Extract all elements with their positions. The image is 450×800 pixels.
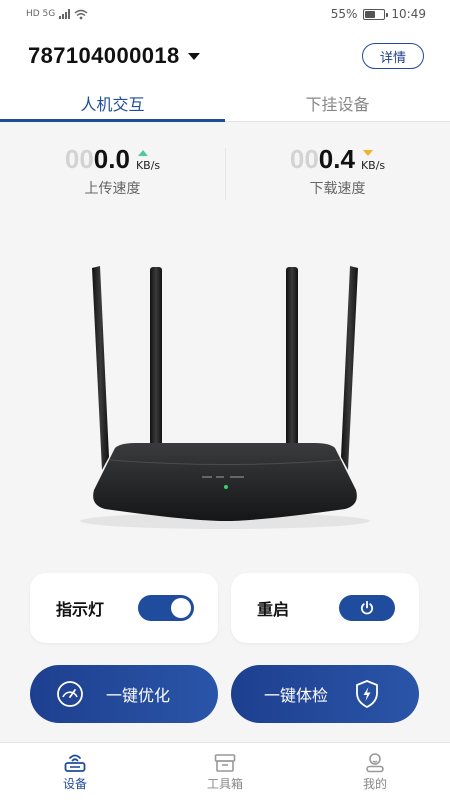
details-button[interactable]: 详情 [362, 43, 424, 69]
signal-icon [59, 9, 71, 19]
toggle-knob [171, 598, 191, 618]
speed-panel: 000.0 KB/s 上传速度 000.4 KB/s 下载速度 [0, 140, 450, 206]
battery-icon [363, 8, 389, 20]
optimize-label: 一键优化 [106, 686, 171, 705]
upload-label: 上传速度 [84, 181, 141, 197]
nav-profile-label: 我的 [362, 777, 387, 791]
download-value: 000.4 [289, 144, 355, 174]
download-label: 下载速度 [309, 181, 366, 197]
nav-devices-label: 设备 [62, 777, 87, 791]
download-speed: 000.4 KB/s 下载速度 [225, 140, 450, 206]
header: 787104000018 详情 [0, 28, 450, 84]
shield-icon [350, 677, 384, 711]
caret-down-icon [187, 52, 200, 60]
router-icon [64, 754, 86, 772]
indicator-toggle[interactable] [138, 595, 194, 621]
tab-connected-devices[interactable]: 下挂设备 [225, 84, 450, 121]
device-id-text: 787104000018 [28, 43, 180, 68]
clock: 10:49 [391, 7, 426, 21]
power-icon [360, 600, 374, 615]
network-label: HD 5G [26, 9, 56, 19]
nav-toolbox-label: 工具箱 [206, 777, 243, 791]
network-status: HD 5G [26, 9, 88, 20]
download-unit: KB/s [360, 159, 386, 172]
upload-value: 000.0 [64, 144, 130, 174]
reboot-card: 重启 [231, 573, 419, 643]
checkup-button[interactable]: 一键体检 [231, 665, 419, 723]
reboot-button[interactable] [339, 595, 395, 621]
nav-toolbox[interactable]: 工具箱 [150, 743, 300, 800]
indicator-label: 指示灯 [56, 600, 105, 619]
reboot-label: 重启 [257, 600, 290, 619]
speedometer-icon [53, 677, 87, 711]
tab-bar: 人机交互 下挂设备 [0, 84, 450, 122]
bottom-nav: 设备 工具箱 我的 [0, 742, 450, 800]
tab-interaction[interactable]: 人机交互 [0, 84, 225, 122]
toolbox-icon [214, 754, 236, 772]
upload-unit: KB/s [135, 159, 161, 172]
upload-speed: 000.0 KB/s 上传速度 [0, 140, 225, 206]
indicator-card: 指示灯 [30, 573, 218, 643]
nav-devices[interactable]: 设备 [0, 743, 150, 800]
optimize-button[interactable]: 一键优化 [30, 665, 218, 723]
user-icon [366, 753, 384, 773]
checkup-label: 一键体检 [264, 686, 329, 705]
status-bar: HD 5G 55% 10:49 [0, 0, 450, 28]
battery-percent: 55% [330, 7, 358, 21]
upload-arrow-icon [137, 150, 148, 156]
nav-profile[interactable]: 我的 [300, 743, 450, 800]
router-image [60, 255, 390, 535]
wifi-icon [74, 9, 88, 19]
device-selector[interactable]: 787104000018 [28, 43, 200, 69]
download-arrow-icon [362, 150, 373, 156]
